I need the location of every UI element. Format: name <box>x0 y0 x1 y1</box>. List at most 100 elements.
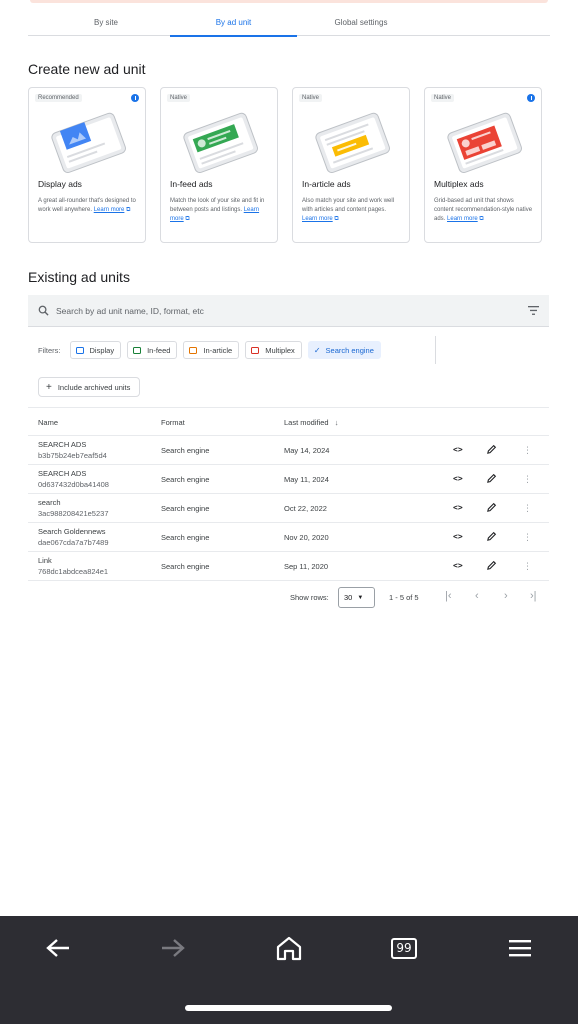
more-vert-icon[interactable]: ⋮ <box>523 444 532 456</box>
tab-count: 99 <box>396 941 412 955</box>
external-link-icon: ⧉ <box>185 216 190 222</box>
ad-unit-format: Search engine <box>161 446 210 455</box>
include-archived-label: Include archived units <box>57 382 131 392</box>
ad-unit-format: Search engine <box>161 533 210 542</box>
tab-bar: By site By ad unit Global settings <box>28 8 550 37</box>
ad-unit-search-bar <box>28 295 549 327</box>
rows-per-page-value: 30 <box>344 593 353 602</box>
search-icon <box>38 305 49 316</box>
info-icon[interactable] <box>527 94 535 102</box>
edit-pencil-icon[interactable] <box>486 473 497 484</box>
home-indicator[interactable] <box>185 1005 392 1011</box>
external-link-icon: ⧉ <box>126 207 131 213</box>
more-vert-icon[interactable]: ⋮ <box>523 560 532 572</box>
next-page-icon[interactable]: › <box>504 590 508 602</box>
menu-button[interactable] <box>500 936 540 960</box>
card-description: A great all-rounder that's designed to w… <box>38 197 139 215</box>
filter-chip-display[interactable]: Display <box>69 341 122 359</box>
more-vert-icon[interactable]: ⋮ <box>523 531 532 543</box>
filter-chip-in-article[interactable]: In-article <box>183 341 240 359</box>
search-input[interactable] <box>56 304 456 318</box>
display-ads-card[interactable]: Recommended Display ads A great all-roun… <box>28 87 146 243</box>
table-row[interactable]: SEARCH ADS 0d637432d0ba41408 Search engi… <box>28 465 549 494</box>
edit-pencil-icon[interactable] <box>486 560 497 571</box>
in-feed-ads-card[interactable]: Native In-feed ads Match the look of you… <box>160 87 278 243</box>
ad-unit-id: 3ac988208421e5237 <box>38 509 109 518</box>
pagination: Show rows: 30 ▼ 1 - 5 of 5 |‹ ‹ › ›| <box>28 585 549 609</box>
ad-unit-id: b3b75b24eb7eaf5d4 <box>38 451 107 460</box>
column-header-format[interactable]: Format <box>161 418 185 427</box>
get-code-icon[interactable]: <> <box>453 474 463 483</box>
in-article-ads-card[interactable]: Native In-article ads Also match your si… <box>292 87 410 243</box>
card-title: Display ads <box>38 179 82 189</box>
get-code-icon[interactable]: <> <box>453 445 463 454</box>
sort-arrow-down-icon: ↓ <box>334 418 339 427</box>
create-section-title: Create new ad unit <box>28 61 146 77</box>
ad-unit-name: Link <box>38 556 52 565</box>
top-banner-strip <box>30 0 548 3</box>
last-page-icon[interactable]: ›| <box>530 590 537 602</box>
more-vert-icon[interactable]: ⋮ <box>523 473 532 485</box>
tab-by-ad-unit[interactable]: By ad unit <box>170 8 297 37</box>
get-code-icon[interactable]: <> <box>453 503 463 512</box>
external-link-icon: ⧉ <box>479 216 484 222</box>
rows-per-page-select[interactable]: 30 ▼ <box>338 587 375 608</box>
show-rows-label: Show rows: <box>290 593 329 602</box>
card-tag: Native <box>431 94 455 102</box>
in-article-format-icon <box>189 346 198 354</box>
tabs-button[interactable]: 99 <box>384 936 424 960</box>
table-row[interactable]: Link 768dc1abdcea824e1 Search engine Sep… <box>28 552 549 581</box>
learn-more-link[interactable]: Learn more <box>447 216 478 222</box>
filter-chip-multiplex[interactable]: Multiplex <box>245 341 302 359</box>
tab-by-site[interactable]: By site <box>76 8 136 36</box>
filter-list-icon[interactable] <box>528 306 539 315</box>
card-tag: Native <box>299 94 323 102</box>
get-code-icon[interactable]: <> <box>453 561 463 570</box>
home-button[interactable] <box>269 936 309 961</box>
edit-pencil-icon[interactable] <box>486 531 497 542</box>
filters-divider <box>435 336 436 364</box>
learn-more-link[interactable]: Learn more <box>94 207 125 213</box>
filter-chip-search-engine[interactable]: ✓ Search engine <box>307 341 381 359</box>
ad-unit-last-modified: Oct 22, 2022 <box>284 504 327 513</box>
multiplex-ads-illustration <box>447 112 522 173</box>
filter-chip-in-feed[interactable]: In-feed <box>127 341 178 359</box>
forward-button[interactable] <box>153 936 193 960</box>
forward-arrow-icon <box>162 939 185 957</box>
table-row[interactable]: SEARCH ADS b3b75b24eb7eaf5d4 Search engi… <box>28 436 549 465</box>
include-archived-button[interactable]: + Include archived units <box>38 377 141 397</box>
more-vert-icon[interactable]: ⋮ <box>523 502 532 514</box>
in-feed-ads-illustration <box>183 112 258 173</box>
chip-label: Multiplex <box>265 345 295 355</box>
home-icon <box>276 936 302 961</box>
column-header-name[interactable]: Name <box>38 418 58 427</box>
filters-label: Filters: <box>38 345 61 355</box>
card-tag: Recommended <box>35 94 82 102</box>
card-description: Also match your site and work well with … <box>302 197 403 224</box>
edit-pencil-icon[interactable] <box>486 444 497 455</box>
multiplex-ads-card[interactable]: Native Multiplex ads Grid-based ad unit … <box>424 87 542 243</box>
first-page-icon[interactable]: |‹ <box>445 590 452 602</box>
edit-pencil-icon[interactable] <box>486 502 497 513</box>
ad-unit-name: Search Goldennews <box>38 527 106 536</box>
ad-unit-last-modified: Sep 11, 2020 <box>284 562 329 571</box>
ad-unit-id: 0d637432d0ba41408 <box>38 480 109 489</box>
multiplex-format-icon <box>251 346 260 354</box>
recommended-info-icon[interactable] <box>131 94 139 102</box>
chip-label: In-article <box>203 345 233 355</box>
table-row[interactable]: search 3ac988208421e5237 Search engine O… <box>28 494 549 523</box>
back-button[interactable] <box>38 936 78 960</box>
tab-global-settings[interactable]: Global settings <box>318 8 404 36</box>
column-header-last-modified[interactable]: Last modified ↓ <box>284 418 338 427</box>
chip-label: Display <box>89 345 115 355</box>
card-desc-text: Also match your site and work well with … <box>302 198 395 213</box>
table-row[interactable]: Search Goldennews dae067cda7a7b7489 Sear… <box>28 523 549 552</box>
dropdown-arrow-icon: ▼ <box>357 594 364 601</box>
learn-more-link[interactable]: Learn more <box>302 216 333 222</box>
ad-unit-name: search <box>38 498 61 507</box>
card-description: Grid-based ad unit that shows content re… <box>434 197 535 224</box>
ad-unit-format: Search engine <box>161 504 210 513</box>
previous-page-icon[interactable]: ‹ <box>475 590 479 602</box>
card-title: In-article ads <box>302 179 351 189</box>
get-code-icon[interactable]: <> <box>453 532 463 541</box>
